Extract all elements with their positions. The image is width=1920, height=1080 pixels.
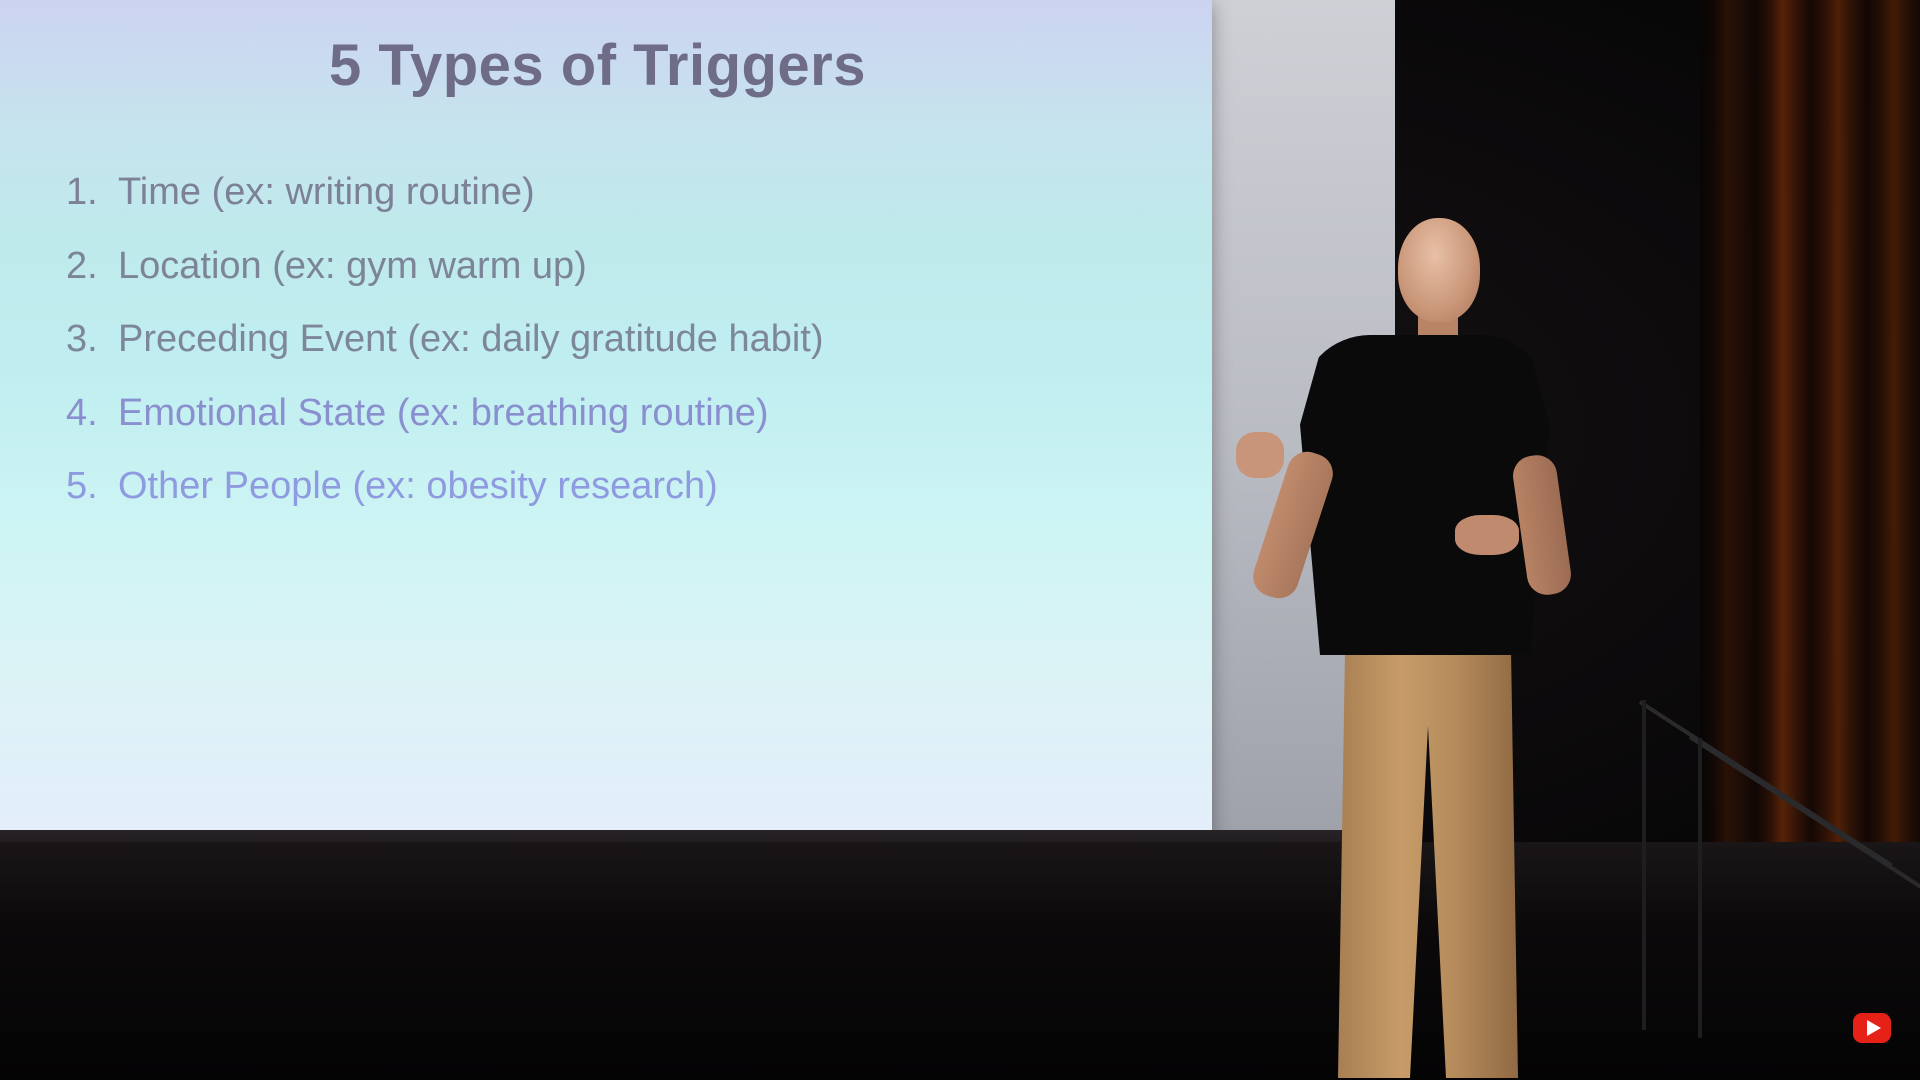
presentation-slide: 5 Types of Triggers 1. Time (ex: writing … xyxy=(0,0,1212,842)
list-item: 2. Location (ex: gym warm up) xyxy=(66,236,824,310)
list-item-text: Other People (ex: obesity research) xyxy=(118,465,718,507)
speaker-head xyxy=(1398,218,1480,322)
video-frame: 5 Types of Triggers 1. Time (ex: writing … xyxy=(0,0,1920,1080)
play-logo-icon xyxy=(1853,1013,1891,1043)
stage-floor xyxy=(0,842,1920,1080)
rail-post xyxy=(1698,738,1702,1038)
list-item-number: 5. xyxy=(66,465,98,507)
list-item: 3. Preceding Event (ex: daily gratitude h… xyxy=(66,309,824,383)
list-item: 4. Emotional State (ex: breathing routine… xyxy=(66,383,824,457)
speaker-trousers xyxy=(1338,638,1518,1078)
speaker-figure xyxy=(1200,210,1600,1080)
list-item-number: 3. xyxy=(66,318,98,360)
speaker-left-hand xyxy=(1236,432,1284,478)
slide-title: 5 Types of Triggers xyxy=(328,33,867,98)
speaker-right-hand xyxy=(1455,515,1519,555)
list-item-text: Preceding Event (ex: daily gratitude hab… xyxy=(118,318,824,360)
list-item-number: 1. xyxy=(66,171,98,213)
list-item-text: Emotional State (ex: breathing routine) xyxy=(118,391,769,434)
list-item: 1. Time (ex: writing routine) xyxy=(66,162,824,236)
rail-post xyxy=(1642,700,1646,1030)
list-item: 5. Other People (ex: obesity research) xyxy=(66,456,824,530)
trigger-list: 1. Time (ex: writing routine) 2. Location … xyxy=(66,162,824,530)
speaker-shirt xyxy=(1300,335,1550,655)
list-item-number: 2. xyxy=(66,244,98,287)
list-item-text: Location (ex: gym warm up) xyxy=(118,244,587,287)
list-item-text: Time (ex: writing routine) xyxy=(118,171,535,213)
list-item-number: 4. xyxy=(66,391,98,434)
